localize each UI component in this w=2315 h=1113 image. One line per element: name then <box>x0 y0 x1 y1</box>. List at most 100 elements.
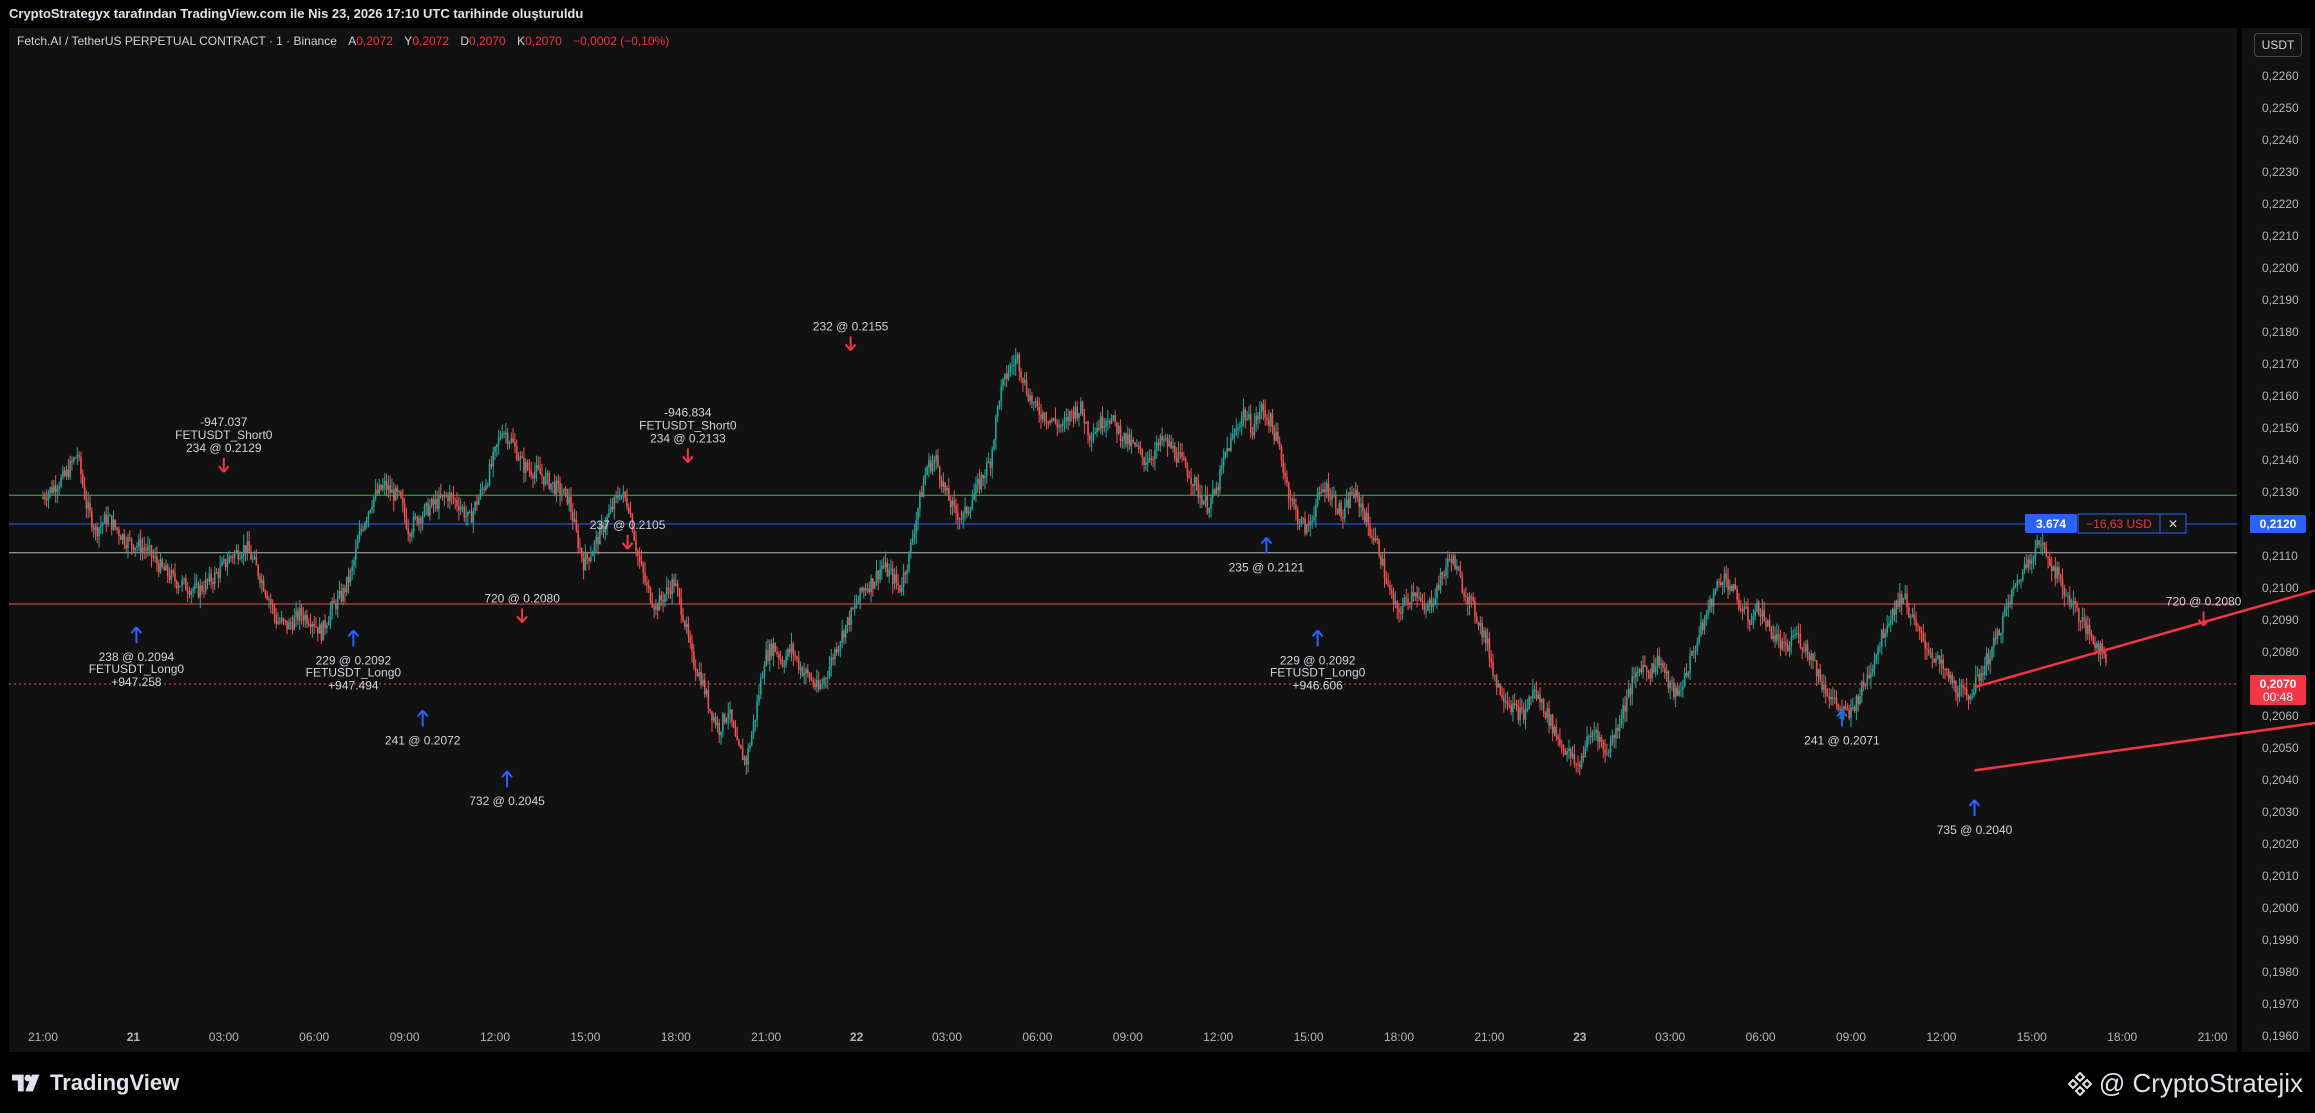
candle-up <box>1620 718 1623 725</box>
candle-up <box>364 523 366 530</box>
candle-down <box>1955 680 1957 694</box>
candle-down <box>443 494 446 497</box>
candle-down <box>1419 597 1422 602</box>
candle-up <box>915 520 918 534</box>
candle-down <box>1882 629 1885 638</box>
candle-up <box>1595 729 1597 733</box>
candle-up <box>1884 633 1887 638</box>
candle-up <box>1700 622 1702 636</box>
candle-down <box>2088 625 2091 634</box>
candle-down <box>1577 764 1579 766</box>
candle-up <box>53 485 55 493</box>
candle-up <box>1107 420 1109 422</box>
candle-up <box>803 673 805 676</box>
candle-up <box>552 481 554 484</box>
candle-up <box>1993 637 1995 647</box>
candle-down <box>1320 491 1323 493</box>
candle-down <box>1474 600 1476 617</box>
candle-down <box>1423 602 1426 611</box>
trade-label: 235 @ 0.2121 <box>1229 561 1305 575</box>
candle-down <box>514 442 516 447</box>
candle-up <box>1403 597 1406 606</box>
candle-up <box>591 552 594 557</box>
candle-up <box>1439 572 1442 590</box>
candle-down <box>92 527 95 530</box>
candle-up <box>208 573 211 582</box>
candle-up <box>293 616 296 630</box>
candlestick-chart[interactable]: 0,22700,22600,22500,22400,22300,22200,22… <box>0 0 2315 1113</box>
candle-down <box>1466 596 1469 605</box>
candle-up <box>318 624 321 634</box>
trade-annotation: +947.258 <box>111 675 162 689</box>
candle-down <box>385 480 388 490</box>
candle-down <box>1477 621 1480 626</box>
candle-down <box>1376 538 1379 541</box>
candle-down <box>1812 653 1814 661</box>
candle-down <box>731 709 733 722</box>
candle-down <box>1051 419 1053 421</box>
symbol-title[interactable]: Fetch.AI / TetherUS PERPETUAL CONTRACT ·… <box>17 34 337 48</box>
candle-up <box>1855 696 1858 711</box>
candle-down <box>172 570 174 574</box>
candle-down <box>175 581 178 589</box>
y-tick-label: 0,1970 <box>2262 997 2299 1011</box>
candle-up <box>787 649 789 657</box>
candle-up <box>1568 748 1570 752</box>
candle-up <box>750 734 753 746</box>
candle-up <box>754 719 757 723</box>
candle-down <box>1663 668 1666 674</box>
candle-up <box>1014 358 1017 366</box>
candle-down <box>1501 694 1503 698</box>
candle-down <box>45 499 48 501</box>
candle-up <box>1642 664 1644 673</box>
sell-arrow-icon <box>682 448 694 464</box>
sell-arrow-icon <box>218 458 230 473</box>
candle-down <box>244 545 247 553</box>
candle-up <box>1313 517 1315 521</box>
trade-annotation: +946.606 <box>1292 678 1343 692</box>
candle-down <box>317 626 319 634</box>
candle-down <box>1862 681 1865 686</box>
candle-down <box>642 563 645 573</box>
candle-up <box>1866 674 1869 686</box>
candle-up <box>194 583 196 590</box>
candle-up <box>1058 425 1060 428</box>
footer-bar <box>0 1056 2315 1113</box>
candle-down <box>649 587 652 603</box>
candle-down <box>1443 574 1445 576</box>
candle-down <box>1152 459 1154 461</box>
candle-down <box>966 506 968 514</box>
sell-arrow-icon <box>844 336 857 352</box>
candle-down <box>2061 578 2064 588</box>
candle-up <box>1627 688 1630 698</box>
candle-up <box>1974 676 1977 692</box>
candle-down <box>1141 449 1144 458</box>
candle-up <box>1626 697 1628 712</box>
candle-up <box>100 525 102 528</box>
candle-down <box>1779 638 1782 649</box>
candle-down <box>694 667 697 673</box>
candle-up <box>2087 625 2089 635</box>
close-icon[interactable]: ✕ <box>2168 517 2178 531</box>
candle-down <box>526 462 529 469</box>
candle-down <box>1616 727 1619 731</box>
candle-down <box>123 534 126 545</box>
candle-down <box>2063 587 2066 596</box>
high-value: 0,2072 <box>412 34 450 48</box>
candle-down <box>44 496 46 500</box>
candle-up <box>1607 752 1610 754</box>
buy-arrow-icon <box>1311 629 1324 647</box>
candle-up <box>1159 436 1162 446</box>
candle-up <box>890 569 892 571</box>
candle-up <box>971 500 974 510</box>
candle-down <box>1821 681 1823 690</box>
candle-down <box>248 541 250 552</box>
candle-down <box>1490 658 1493 663</box>
sell-arrow-icon <box>516 608 528 624</box>
tradingview-logo[interactable]: TradingView <box>12 1070 179 1096</box>
currency-button[interactable]: USDT <box>2254 33 2302 57</box>
candle-down <box>1956 693 1959 698</box>
candle-up <box>1678 690 1681 696</box>
x-tick-label: 09:00 <box>1113 1030 1143 1044</box>
candle-up <box>1873 659 1876 669</box>
